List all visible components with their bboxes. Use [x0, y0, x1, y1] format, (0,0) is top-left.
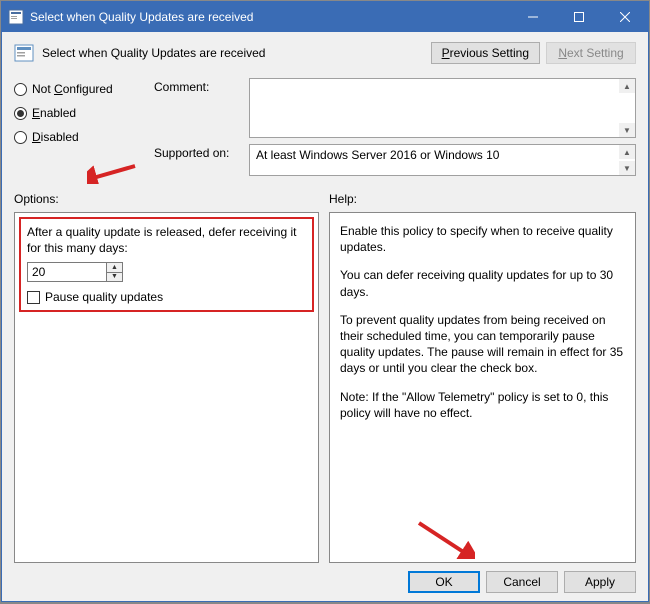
comment-label: Comment: [154, 78, 249, 138]
policy-header-icon [14, 43, 34, 63]
help-text: Note: If the "Allow Telemetry" policy is… [340, 389, 625, 421]
radio-icon [14, 107, 27, 120]
previous-setting-button[interactable]: Previous Setting [431, 42, 540, 64]
scroll-up-icon[interactable]: ▲ [619, 145, 635, 159]
help-text: You can defer receiving quality updates … [340, 267, 625, 299]
next-setting-button[interactable]: Next Setting [546, 42, 636, 64]
cancel-button[interactable]: Cancel [486, 571, 558, 593]
help-panel: Enable this policy to specify when to re… [329, 212, 636, 563]
policy-icon [8, 9, 24, 25]
radio-icon [14, 83, 27, 96]
defer-days-label: After a quality update is released, defe… [27, 225, 306, 256]
dialog-window: Select when Quality Updates are received… [1, 1, 649, 602]
scroll-up-icon[interactable]: ▲ [619, 79, 635, 93]
pause-updates-label: Pause quality updates [45, 290, 163, 304]
spinner-down-button[interactable]: ▼ [107, 273, 122, 282]
minimize-button[interactable] [510, 2, 556, 32]
window-title: Select when Quality Updates are received [30, 10, 510, 24]
apply-button[interactable]: Apply [564, 571, 636, 593]
supported-on-value: At least Windows Server 2016 or Windows … [256, 148, 499, 162]
radio-label: Enabled [32, 106, 76, 120]
spinner-up-button[interactable]: ▲ [107, 263, 122, 273]
titlebar[interactable]: Select when Quality Updates are received [2, 2, 648, 32]
pause-updates-checkbox[interactable]: Pause quality updates [27, 290, 306, 304]
ok-button[interactable]: OK [408, 571, 480, 593]
scroll-down-icon[interactable]: ▼ [619, 161, 635, 175]
radio-disabled[interactable]: Disabled [14, 130, 154, 144]
radio-not-configured[interactable]: Not Configured [14, 82, 154, 96]
help-label: Help: [329, 192, 357, 206]
radio-label: Disabled [32, 130, 79, 144]
radio-label: Not Configured [32, 82, 113, 96]
options-panel: After a quality update is released, defe… [14, 212, 319, 563]
supported-label: Supported on: [154, 144, 249, 176]
help-text: Enable this policy to specify when to re… [340, 223, 625, 255]
comment-textarea[interactable]: ▲ ▼ [249, 78, 636, 138]
page-title: Select when Quality Updates are received [42, 46, 431, 60]
radio-icon [14, 131, 27, 144]
radio-enabled[interactable]: Enabled [14, 106, 154, 120]
checkbox-icon [27, 291, 40, 304]
help-text: To prevent quality updates from being re… [340, 312, 625, 377]
maximize-button[interactable] [556, 2, 602, 32]
close-button[interactable] [602, 2, 648, 32]
highlight-annotation: After a quality update is released, defe… [19, 217, 314, 312]
supported-on-box: At least Windows Server 2016 or Windows … [249, 144, 636, 176]
content-area: Select when Quality Updates are received… [2, 32, 648, 601]
scroll-down-icon[interactable]: ▼ [619, 123, 635, 137]
defer-days-input[interactable] [27, 262, 107, 282]
options-label: Options: [14, 192, 329, 206]
